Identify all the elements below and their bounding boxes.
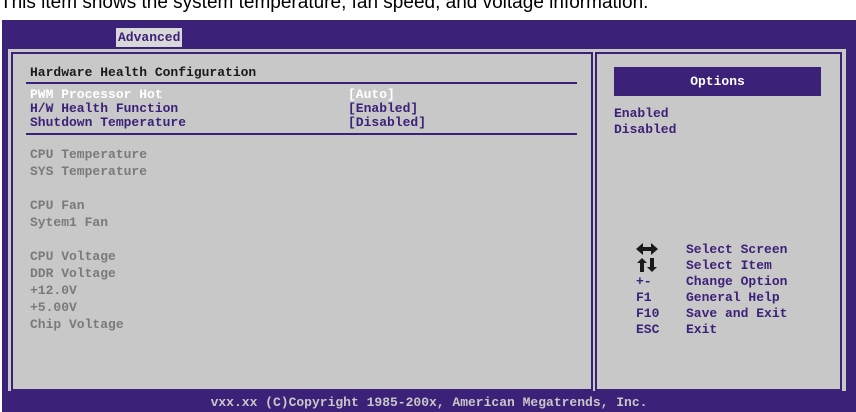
setting-value[interactable]: [Auto] bbox=[348, 88, 395, 102]
help-desc: Exit bbox=[686, 322, 718, 337]
divider-top bbox=[26, 82, 577, 84]
help-desc: Change Option bbox=[686, 274, 788, 289]
sys-temperature-label: SYS Temperature bbox=[30, 164, 148, 179]
help-desc: General Help bbox=[686, 290, 780, 305]
setup-panel: Options Enabled Disabled Hardware Health… bbox=[8, 49, 846, 391]
cpu-temperature-label: CPU Temperature bbox=[30, 147, 148, 162]
setting-label: PWM Processor Hot bbox=[30, 87, 163, 102]
help-key: +- bbox=[636, 274, 652, 289]
bios-screen: Advanced Options Enabled Disabled Hardwa… bbox=[2, 20, 856, 412]
help-key: F10 bbox=[636, 306, 660, 321]
help-key: ESC bbox=[636, 322, 660, 337]
option-enabled[interactable]: Enabled bbox=[614, 106, 669, 122]
help-desc: Select Screen bbox=[686, 242, 788, 257]
help-frame: Options Enabled Disabled bbox=[595, 52, 842, 391]
caption-text: This item shows the system temperature, … bbox=[0, 0, 649, 13]
v5-label: +5.00V bbox=[30, 300, 77, 315]
options-header: Options bbox=[614, 67, 821, 96]
chip-voltage-label: Chip Voltage bbox=[30, 317, 124, 332]
cpu-fan-label: CPU Fan bbox=[30, 198, 85, 213]
v12-label: +12.0V bbox=[30, 283, 77, 298]
copyright-footer: vxx.xx (C)Copyright 1985-200x, American … bbox=[210, 395, 648, 410]
setting-label: H/W Health Function bbox=[30, 101, 179, 116]
help-key: F1 bbox=[636, 290, 652, 305]
cpu-voltage-label: CPU Voltage bbox=[30, 249, 116, 264]
option-disabled[interactable]: Disabled bbox=[614, 122, 676, 138]
ddr-voltage-label: DDR Voltage bbox=[30, 266, 116, 281]
section-title: Hardware Health Configuration bbox=[30, 65, 257, 80]
setting-value[interactable]: [Disabled] bbox=[348, 116, 426, 130]
system1-fan-label: Sytem1 Fan bbox=[30, 215, 109, 230]
divider-bottom bbox=[26, 133, 577, 135]
help-desc: Select Item bbox=[686, 258, 772, 273]
setting-label: Shutdown Temperature bbox=[30, 115, 187, 130]
tab-advanced[interactable]: Advanced bbox=[116, 28, 183, 47]
setting-value[interactable]: [Enabled] bbox=[348, 102, 418, 116]
help-desc: Save and Exit bbox=[686, 306, 788, 321]
